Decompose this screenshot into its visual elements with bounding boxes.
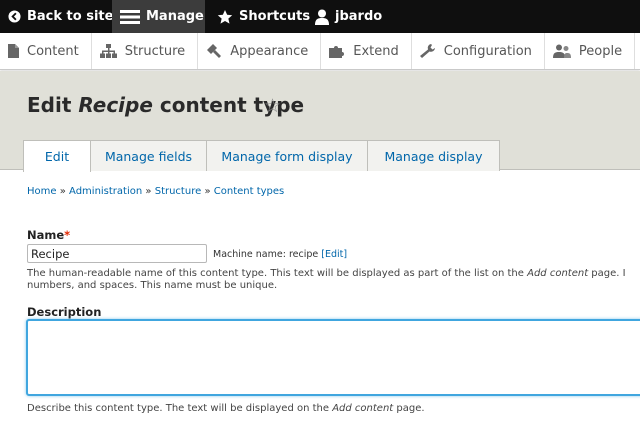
breadcrumb-administration[interactable]: Administration — [69, 186, 142, 197]
help-text-part: page. — [393, 403, 425, 414]
page-header: Edit Recipe content type ☆ Edit Manage f… — [0, 71, 640, 172]
help-text-part: page. I — [588, 268, 626, 279]
breadcrumb-separator: » — [204, 186, 211, 197]
machine-name-text: Machine name: recipe — [213, 249, 322, 260]
wrench-icon — [419, 44, 436, 58]
tab-label: Manage display — [384, 148, 483, 164]
title-prefix: Edit — [27, 93, 79, 117]
tab-label: Manage form display — [221, 148, 353, 164]
breadcrumb: Home » Administration » Structure » Cont… — [27, 186, 284, 197]
menu-item-label: Appearance — [230, 43, 309, 59]
back-arrow-icon — [8, 10, 21, 23]
top-toolbar: Back to site Manage Shortcuts jbardo — [0, 0, 640, 33]
title-emphasis: Recipe — [78, 93, 153, 117]
help-text-emphasis: Add content — [527, 268, 589, 279]
tab-manage-display[interactable]: Manage display — [367, 140, 500, 171]
name-input[interactable] — [27, 244, 207, 263]
menu-item-structure[interactable]: Structure — [92, 33, 199, 69]
name-help-text: The human-readable name of this content … — [27, 268, 626, 292]
help-text-part: Describe this content type. The text wil… — [27, 403, 333, 414]
tabs: Edit Manage fields Manage form display M… — [23, 140, 500, 172]
help-text-emphasis: Add content — [332, 403, 394, 414]
menu-item-label: People — [578, 43, 623, 59]
menu-item-appearance[interactable]: Appearance — [198, 33, 322, 69]
user-menu[interactable]: jbardo — [301, 0, 392, 33]
tab-label: Manage fields — [104, 148, 193, 164]
menu-item-extend[interactable]: Extend — [321, 33, 412, 69]
puzzle-icon — [329, 44, 345, 58]
shortcut-star-icon[interactable]: ☆ — [264, 97, 281, 116]
people-icon — [552, 44, 571, 58]
back-to-site-link[interactable]: Back to site — [0, 0, 114, 33]
back-to-site-label: Back to site — [27, 9, 114, 24]
menu-item-label: Configuration — [443, 43, 532, 59]
tab-label: Edit — [44, 149, 70, 164]
menu-item-configuration[interactable]: Configuration — [412, 33, 545, 69]
star-icon — [217, 9, 233, 25]
machine-name-edit-link[interactable]: [Edit] — [321, 249, 347, 260]
description-textarea[interactable] — [26, 319, 640, 396]
machine-name: Machine name: recipe [Edit] — [213, 249, 347, 260]
menu-item-people[interactable]: People — [545, 33, 636, 69]
menu-item-reports[interactable]: Re — [635, 33, 640, 69]
tab-manage-form-display[interactable]: Manage form display — [206, 140, 368, 171]
breadcrumb-structure[interactable]: Structure — [155, 186, 202, 197]
page-title: Edit Recipe content type — [27, 93, 304, 117]
user-label: jbardo — [335, 9, 383, 24]
shortcuts-label: Shortcuts — [239, 9, 311, 24]
menu-item-content[interactable]: Content — [0, 33, 92, 69]
breadcrumb-content-types[interactable]: Content types — [214, 186, 285, 197]
help-text-part: The human-readable name of this content … — [27, 268, 528, 279]
description-label: Description — [27, 305, 102, 319]
title-suffix: content type — [152, 93, 305, 117]
hamburger-icon — [120, 9, 140, 24]
user-icon — [315, 9, 329, 25]
tab-manage-fields[interactable]: Manage fields — [90, 140, 207, 171]
breadcrumb-separator: » — [59, 186, 66, 197]
breadcrumb-home[interactable]: Home — [27, 186, 57, 197]
hierarchy-icon — [99, 44, 117, 58]
name-label-text: Name — [27, 228, 65, 242]
help-text-part: numbers, and spaces. This name must be u… — [27, 280, 278, 291]
manage-label: Manage — [146, 9, 204, 24]
shortcuts-tab[interactable]: Shortcuts — [205, 0, 310, 33]
tab-edit[interactable]: Edit — [23, 140, 91, 172]
document-icon — [8, 44, 19, 58]
admin-menu: Content Structure Appearance Extend Conf… — [0, 33, 640, 70]
menu-item-label: Extend — [353, 43, 399, 59]
name-label: Name* — [27, 228, 70, 242]
required-mark: * — [64, 228, 71, 242]
paintbrush-icon — [206, 44, 222, 58]
menu-item-label: Structure — [124, 43, 186, 59]
manage-tab[interactable]: Manage — [112, 0, 205, 33]
description-help-text: Describe this content type. The text wil… — [27, 403, 425, 415]
menu-item-label: Content — [27, 43, 79, 59]
breadcrumb-separator: » — [145, 186, 152, 197]
